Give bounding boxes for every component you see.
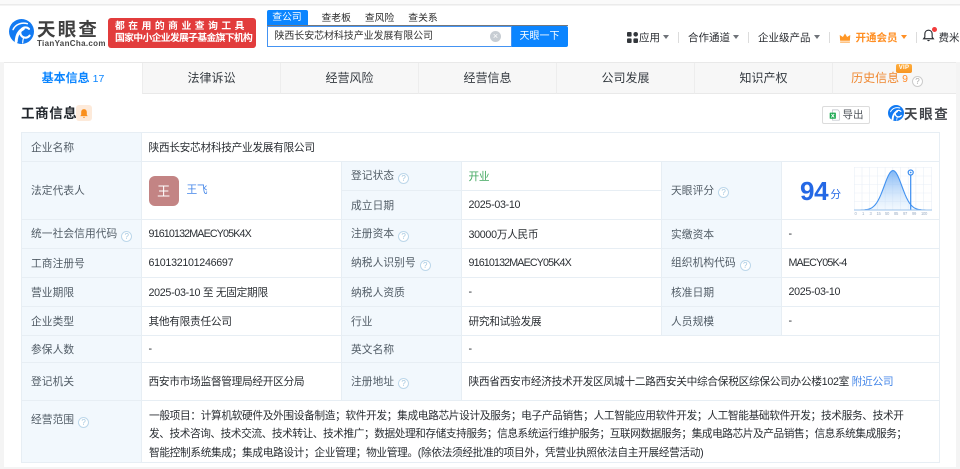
svg-text:0: 0 (854, 211, 857, 216)
svg-text:15: 15 (876, 211, 881, 216)
svg-text:3: 3 (869, 211, 872, 216)
svg-text:99: 99 (912, 211, 917, 216)
svg-text:50: 50 (885, 211, 890, 216)
svg-text:100: 100 (921, 211, 928, 216)
svg-text:97: 97 (903, 211, 908, 216)
svg-text:1: 1 (862, 211, 865, 216)
svg-text:85: 85 (894, 211, 899, 216)
